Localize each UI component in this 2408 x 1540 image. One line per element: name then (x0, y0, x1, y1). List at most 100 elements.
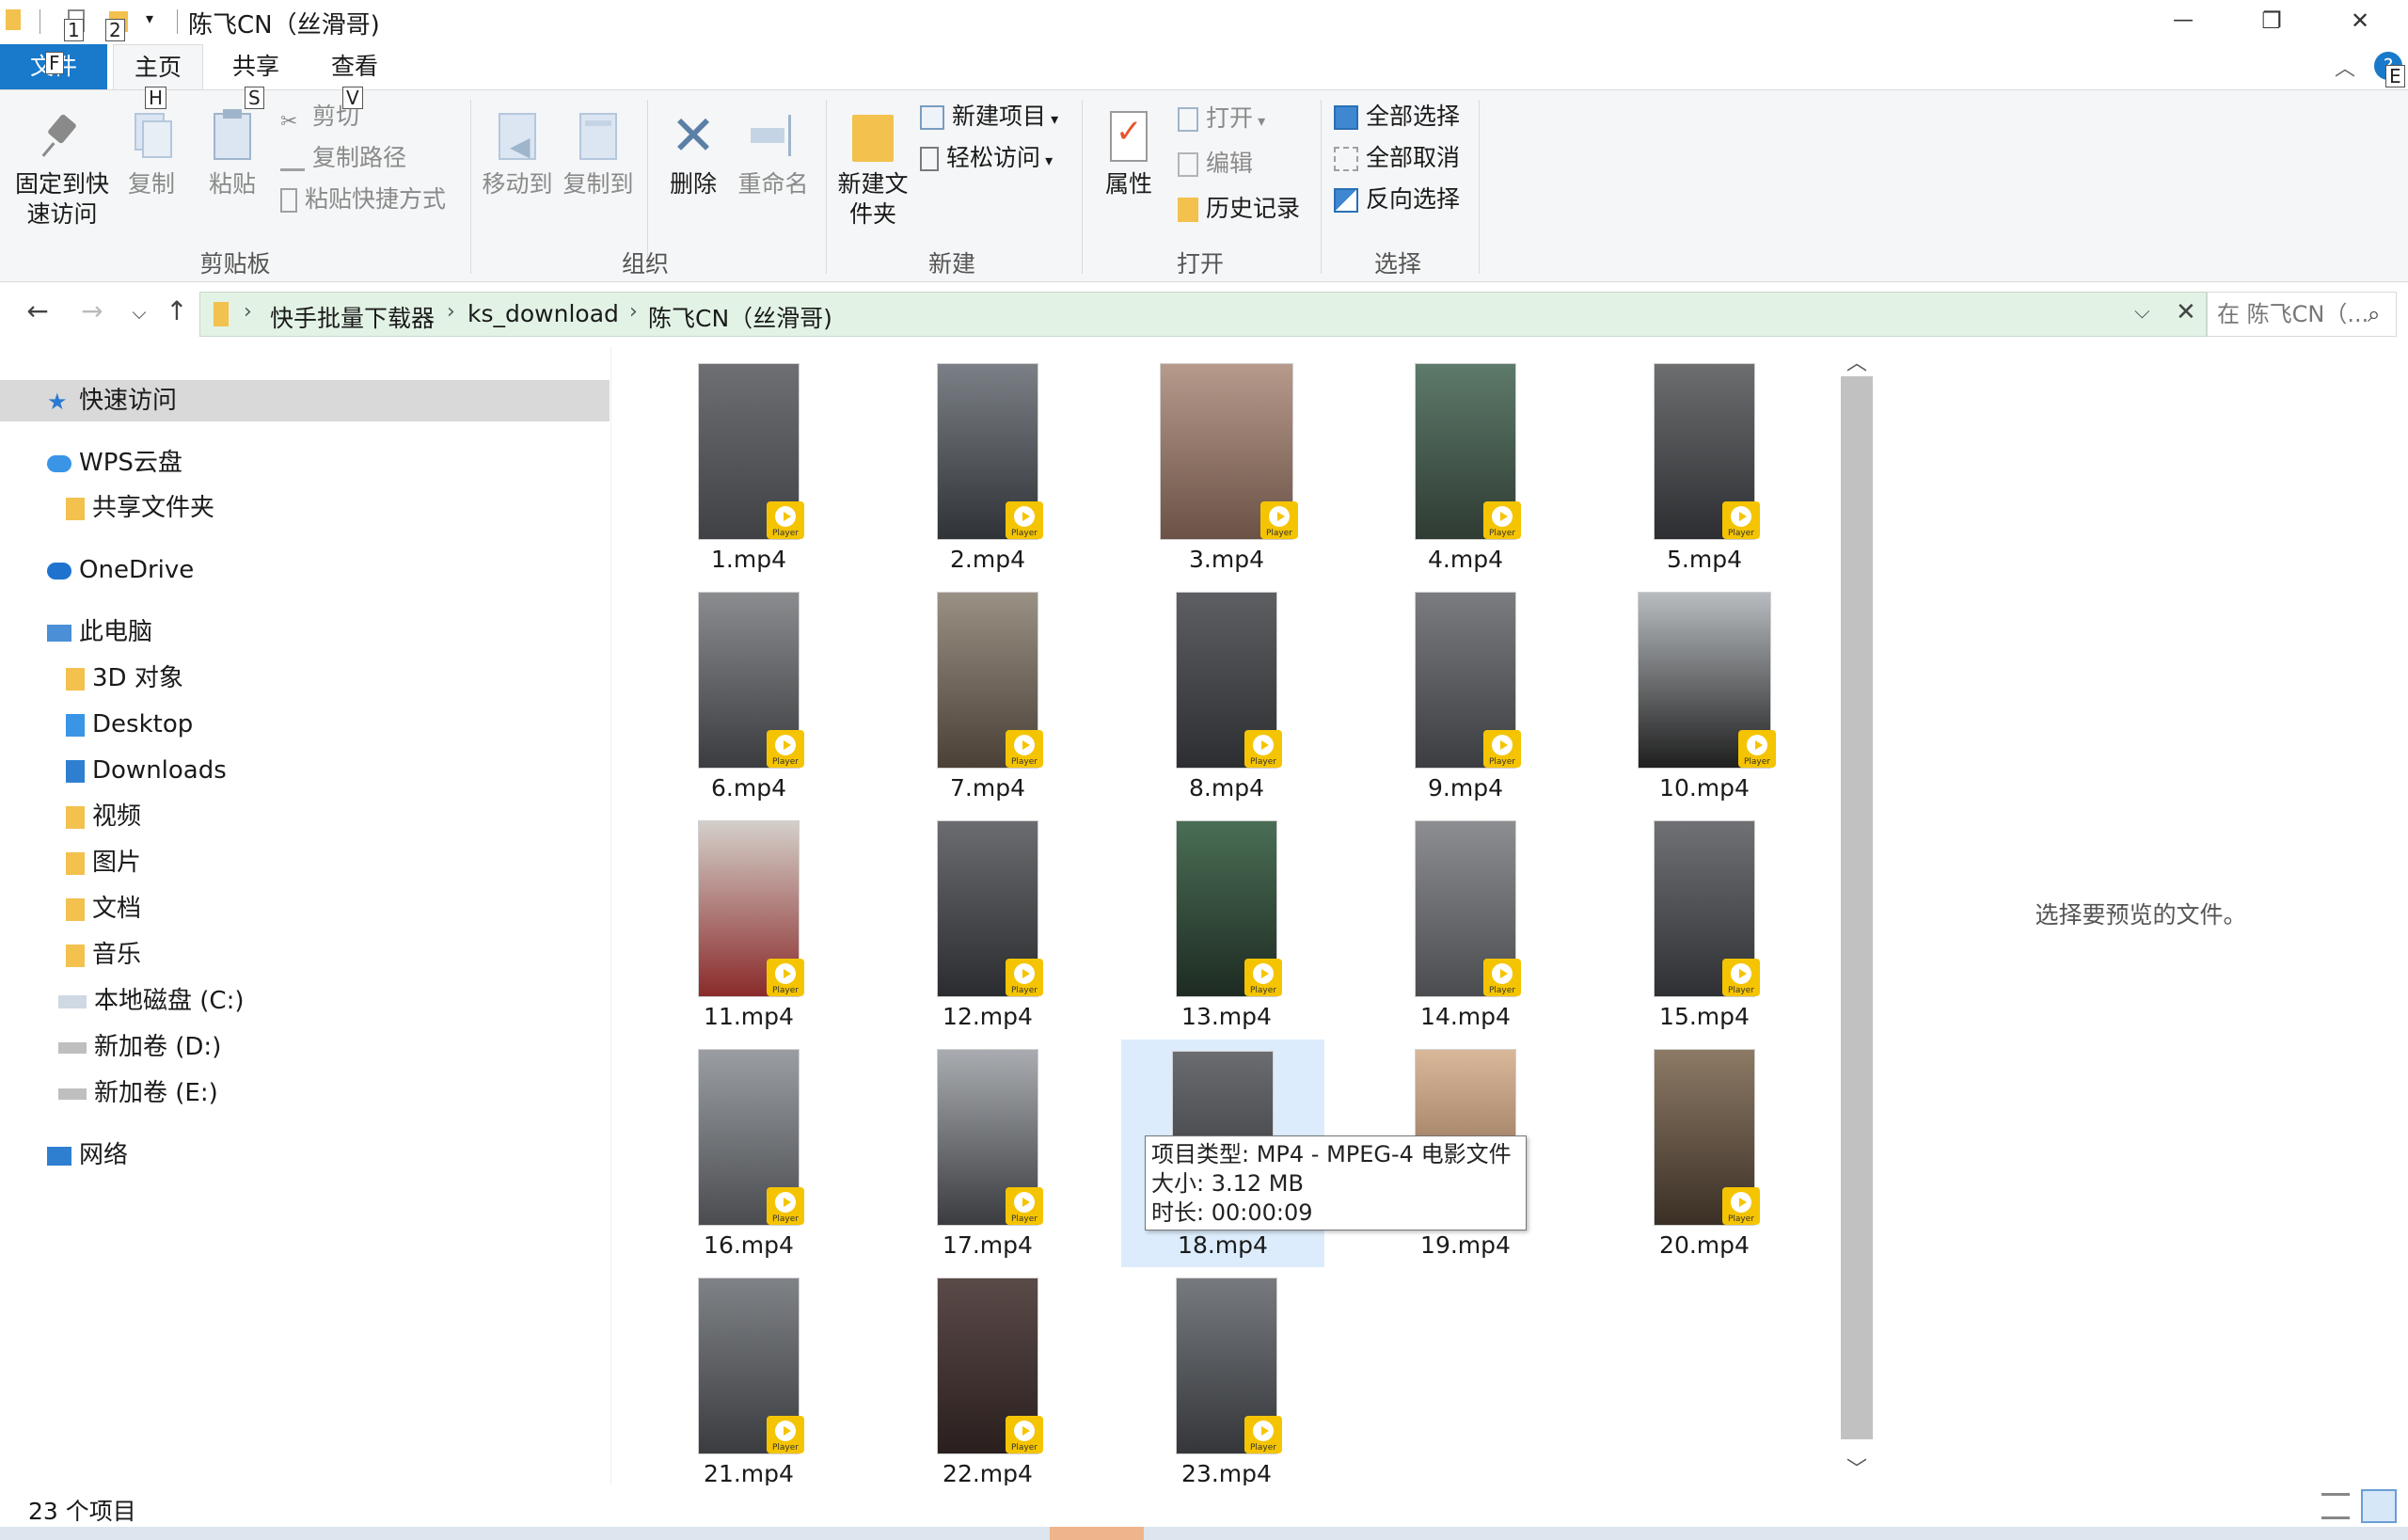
move-to-button[interactable]: ◀ 移动到 (480, 109, 555, 199)
file-item[interactable]: 7.mp4 (894, 575, 1082, 802)
vertical-scrollbar[interactable]: ︿ ﹀ (1840, 346, 1874, 1485)
video-thumbnail (698, 363, 804, 540)
file-item[interactable]: 16.mp4 (655, 1032, 843, 1259)
sidebar-item-music[interactable]: 音乐 (66, 934, 141, 976)
move-to-label: 移动到 (482, 170, 553, 198)
sidebar-item-onedrive[interactable]: OneDrive (47, 549, 194, 591)
paste-button[interactable]: 粘贴 (198, 109, 267, 199)
sidebar-item-wps[interactable]: WPS云盘 (47, 442, 182, 484)
sidebar-item-this-pc[interactable]: 此电脑 (47, 611, 152, 653)
back-arrow-icon[interactable]: ← (19, 295, 56, 326)
file-item[interactable]: 21.mp4 (655, 1261, 843, 1487)
file-item[interactable]: 12.mp4 (894, 803, 1082, 1030)
search-icon[interactable]: ⌕ (2368, 293, 2380, 336)
ribbon: 固定到快速访问 复制 粘贴 ✂ 剪切 复制路径 粘贴快捷方式 剪贴板 ◀ 移动到 … (0, 89, 2408, 282)
sidebar-item-network[interactable]: 网络 (47, 1135, 128, 1176)
drive-e-icon (58, 1088, 87, 1100)
sidebar-item-desktop[interactable]: Desktop (66, 704, 193, 745)
file-item[interactable]: 13.mp4 (1133, 803, 1321, 1030)
sidebar-item-drive-d[interactable]: 新加卷 (D:) (58, 1026, 221, 1068)
file-name: 5.mp4 (1667, 546, 1742, 573)
file-name: 4.mp4 (1428, 546, 1503, 573)
player-badge-icon (1483, 959, 1521, 996)
sidebar-item-quick-access[interactable]: ★ 快速访问 (0, 380, 610, 421)
scrollbar-thumb[interactable] (1841, 376, 1873, 1439)
pictures-icon (66, 851, 85, 875)
sidebar-item-videos[interactable]: 视频 (66, 796, 141, 837)
invert-selection-button[interactable]: 反向选择 (1334, 183, 1460, 216)
tab-share[interactable]: 共享 (212, 44, 300, 89)
history-button[interactable]: 历史记录 (1178, 192, 1300, 226)
copy-to-button[interactable]: 复制到 (561, 109, 636, 199)
file-item[interactable]: 6.mp4 (655, 575, 843, 802)
file-name: 15.mp4 (1659, 1003, 1750, 1030)
file-item[interactable]: 20.mp4 (1610, 1032, 1798, 1259)
file-item[interactable]: 15.mp4 (1610, 803, 1798, 1030)
delete-button[interactable]: ✕ 删除 (658, 108, 728, 199)
breadcrumb-separator[interactable]: › (244, 300, 252, 324)
breadcrumb-item[interactable]: 快手批量下载器 (270, 300, 435, 334)
recent-locations-chevron-icon[interactable]: ⌵ (120, 301, 158, 324)
player-badge-icon (767, 959, 804, 996)
rename-button[interactable]: 重命名 (736, 109, 811, 199)
address-dropdown-icon[interactable]: ⌵ (2134, 300, 2150, 324)
sidebar-item-drive-e[interactable]: 新加卷 (E:) (58, 1072, 218, 1114)
sidebar-item-downloads[interactable]: Downloads (66, 750, 227, 791)
sidebar-item-3d-objects[interactable]: 3D 对象 (66, 658, 183, 699)
breadcrumb-item[interactable]: ks_download (467, 300, 619, 327)
paste-shortcut-button[interactable]: 粘贴快捷方式 (280, 183, 446, 216)
address-bar[interactable]: › 快手批量下载器 › ks_download › 陈飞CN（丝滑哥) ⌵ ✕ (199, 292, 2207, 337)
sidebar-item-label: Downloads (92, 756, 227, 785)
qa-dropdown-icon[interactable]: ▾ (146, 9, 153, 27)
breadcrumb-separator[interactable]: › (447, 300, 455, 324)
file-item[interactable]: 14.mp4 (1371, 803, 1560, 1030)
close-button[interactable]: ✕ (2316, 0, 2404, 44)
minimize-button[interactable]: — (2139, 0, 2227, 44)
file-item[interactable]: 10.mp4 (1610, 575, 1798, 802)
copy-path-button[interactable]: 复制路径 (280, 141, 406, 175)
file-item[interactable]: 11.mp4 (655, 803, 843, 1030)
search-input[interactable]: 在 陈飞CN（... ⌕ (2207, 292, 2397, 337)
breadcrumb-separator[interactable]: › (629, 300, 638, 324)
new-folder-button[interactable]: 新建文件夹 (832, 109, 914, 230)
clear-address-icon[interactable]: ✕ (2176, 298, 2196, 326)
breadcrumb-item[interactable]: 陈飞CN（丝滑哥) (648, 300, 832, 334)
new-item-button[interactable]: 新建项目 ▾ (920, 100, 1058, 134)
file-item[interactable]: 17.mp4 (894, 1032, 1082, 1259)
restore-button[interactable]: ❐ (2227, 0, 2316, 44)
file-item[interactable]: 23.mp4 (1133, 1261, 1321, 1487)
tab-view[interactable]: 查看 (310, 44, 399, 89)
scroll-down-icon[interactable]: ﹀ (1840, 1453, 1874, 1483)
file-item[interactable]: 2.mp4 (894, 346, 1082, 573)
copy-button[interactable]: 复制 (122, 109, 181, 199)
open-button[interactable]: 打开 ▾ (1178, 102, 1265, 135)
file-item[interactable]: 22.mp4 (894, 1261, 1082, 1487)
chevron-up-icon[interactable]: ︿ (2335, 52, 2355, 82)
new-folder-label: 新建文件夹 (837, 170, 909, 228)
video-thumbnail (698, 592, 804, 769)
sidebar-item-pictures[interactable]: 图片 (66, 842, 141, 883)
file-item[interactable]: 8.mp4 (1133, 575, 1321, 802)
tab-home[interactable]: 主页 (113, 44, 204, 90)
pin-quick-access-button[interactable]: 固定到快速访问 (9, 109, 115, 230)
scroll-up-icon[interactable]: ︿ (1840, 346, 1874, 376)
easy-access-label: 轻松访问 (946, 144, 1041, 171)
easy-access-button[interactable]: 轻松访问 ▾ (920, 141, 1053, 175)
file-item[interactable]: 1.mp4 (655, 346, 843, 573)
sidebar-item-documents[interactable]: 文档 (66, 888, 141, 929)
up-arrow-icon[interactable]: ↑ (158, 295, 196, 326)
file-item[interactable]: 5.mp4 (1610, 346, 1798, 573)
edit-button[interactable]: 编辑 (1178, 147, 1253, 181)
large-icons-view-icon[interactable] (2361, 1489, 2397, 1523)
file-item[interactable]: 9.mp4 (1371, 575, 1560, 802)
select-none-button[interactable]: 全部取消 (1334, 141, 1460, 175)
sidebar-item-drive-c[interactable]: 本地磁盘 (C:) (58, 980, 244, 1022)
sidebar-item-shared-folder[interactable]: 共享文件夹 (66, 487, 214, 529)
file-item[interactable]: 3.mp4 (1133, 346, 1321, 573)
file-item[interactable]: 4.mp4 (1371, 346, 1560, 573)
video-thumbnail (1415, 363, 1521, 540)
properties-button[interactable]: ✓ 属性 (1091, 109, 1166, 199)
select-all-button[interactable]: 全部选择 (1334, 100, 1460, 134)
forward-arrow-icon[interactable]: → (73, 295, 111, 326)
details-view-icon[interactable] (2321, 1493, 2350, 1519)
